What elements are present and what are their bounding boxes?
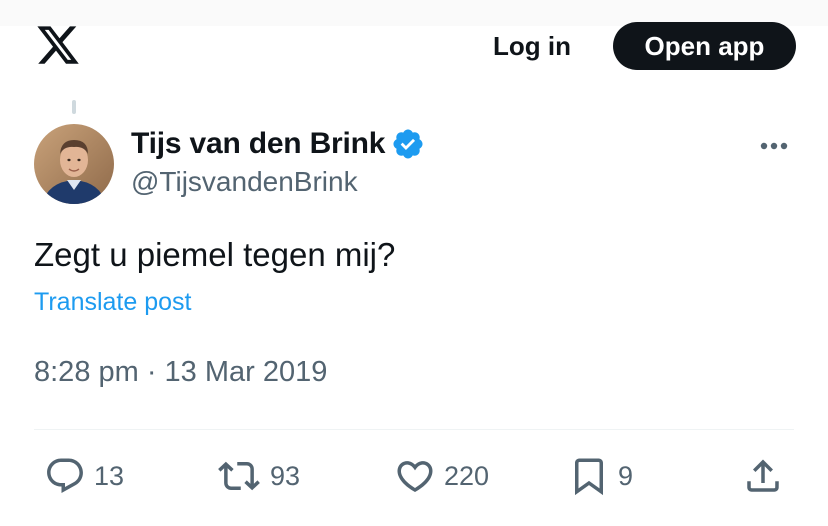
reply-count: 13 — [94, 460, 125, 491]
heart-icon — [397, 461, 433, 493]
bookmark-icon — [575, 458, 603, 496]
share-icon — [747, 459, 779, 492]
login-button[interactable]: Log in — [478, 22, 586, 70]
share-button[interactable] — [742, 450, 784, 502]
author-row: Tijs van den Brink — [131, 126, 425, 162]
like-button[interactable]: 220 — [394, 450, 489, 502]
bookmark-count: 9 — [618, 460, 634, 491]
bookmark-button[interactable]: 9 — [568, 450, 633, 502]
verified-badge-icon[interactable] — [391, 127, 425, 161]
thread-connector — [72, 100, 76, 114]
translate-post-link[interactable]: Translate post — [34, 288, 191, 317]
repost-icon — [218, 461, 260, 491]
like-count: 220 — [444, 460, 490, 491]
x-logo-icon[interactable] — [34, 22, 82, 68]
top-bar: Log in Open app — [0, 0, 828, 96]
avatar[interactable] — [34, 124, 114, 204]
repost-count: 93 — [270, 460, 301, 491]
reply-button[interactable]: 13 — [44, 450, 124, 502]
avatar-image — [34, 124, 114, 204]
post-text: Zegt u piemel tegen mij? — [34, 236, 396, 273]
more-horizontal-icon[interactable] — [752, 134, 796, 158]
open-app-button[interactable]: Open app — [613, 22, 796, 70]
author-name[interactable]: Tijs van den Brink — [131, 127, 385, 161]
divider — [34, 429, 794, 430]
repost-button[interactable]: 93 — [216, 450, 300, 502]
author-handle[interactable]: @TijsvandenBrink — [131, 166, 358, 198]
reply-icon — [47, 458, 83, 493]
post-timestamp[interactable]: 8:28 pm · 13 Mar 2019 — [34, 356, 327, 389]
